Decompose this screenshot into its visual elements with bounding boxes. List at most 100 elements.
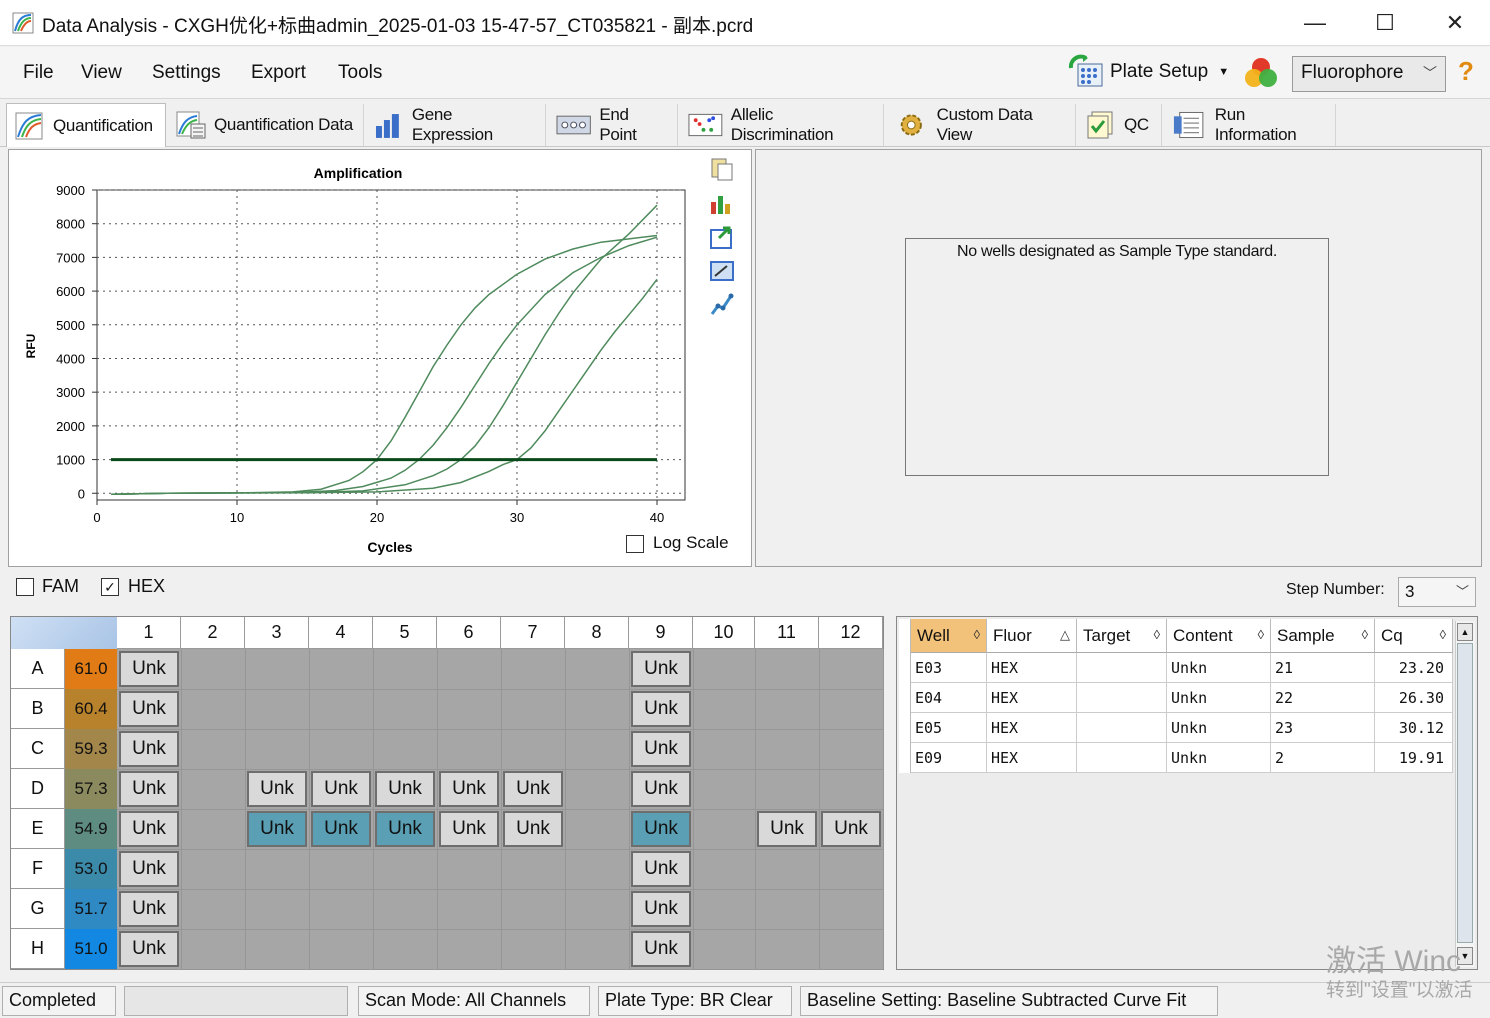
plate-corner[interactable] [11,617,117,649]
results-cell[interactable]: Unkn [1167,743,1271,773]
plate-setup-button[interactable]: Plate Setup ▼ [1068,52,1229,92]
plate-column-header[interactable]: 5 [373,617,437,649]
curve-fit-icon[interactable] [709,292,735,318]
plate-row-header[interactable]: D [11,769,65,809]
results-cell[interactable]: HEX [987,743,1077,773]
menu-export[interactable]: Export [251,62,306,84]
plate-well[interactable]: Unk [311,771,371,807]
results-cell[interactable]: Unkn [1167,713,1271,743]
plate-well[interactable]: Unk [119,731,179,767]
plate-well[interactable]: Unk [119,931,179,967]
tab-quantification[interactable]: Quantification [6,103,166,147]
results-cell[interactable]: 19.91 [1375,743,1453,773]
results-cell[interactable] [1077,743,1167,773]
plate-row-header[interactable]: H [11,929,65,969]
plate-column-header[interactable]: 6 [437,617,501,649]
tab-qc[interactable]: QC [1078,104,1162,146]
log-scale-checkbox[interactable] [626,535,644,553]
plate-well[interactable]: Unk [631,931,691,967]
hex-checkbox[interactable]: ✓ [101,578,119,596]
results-cell[interactable]: 23.20 [1375,653,1453,683]
plate-well[interactable]: Unk [119,651,179,687]
results-column-header[interactable]: Cq ◊ [1375,619,1453,653]
plate-well[interactable]: Unk [375,811,435,847]
close-button[interactable]: ✕ [1420,0,1490,46]
plate-well[interactable]: Unk [439,771,499,807]
chart-options-icon[interactable] [709,190,735,216]
fluorophore-select[interactable]: Fluorophore ﹀ [1292,56,1446,92]
plate-row-header[interactable]: E [11,809,65,849]
plate-well[interactable]: Unk [119,691,179,727]
plate-well[interactable]: Unk [821,811,881,847]
plate-column-header[interactable]: 10 [693,617,755,649]
help-icon[interactable]: ? [1458,56,1474,87]
scroll-thumb[interactable] [1457,643,1473,943]
results-cell[interactable]: E09 [911,743,987,773]
plate-column-header[interactable]: 2 [181,617,245,649]
plate-well[interactable]: Unk [247,771,307,807]
plate-well[interactable]: Unk [119,891,179,927]
plate-well[interactable]: Unk [247,811,307,847]
plate-well[interactable]: Unk [503,811,563,847]
plate-well[interactable]: Unk [631,731,691,767]
results-cell[interactable]: 23 [1271,713,1375,743]
plate-well[interactable]: Unk [119,771,179,807]
plate-column-header[interactable]: 8 [565,617,629,649]
scroll-up-icon[interactable]: ▲ [1457,623,1473,641]
plate-well[interactable]: Unk [631,891,691,927]
results-cell[interactable]: HEX [987,683,1077,713]
vertical-scrollbar[interactable]: ▲ ▼ [1455,621,1475,967]
tab-run-information[interactable]: Run Information [1164,104,1336,146]
results-cell[interactable]: Unkn [1167,653,1271,683]
results-column-header[interactable]: Target ◊ [1077,619,1167,653]
plate-column-header[interactable]: 4 [309,617,373,649]
results-cell[interactable]: Unkn [1167,683,1271,713]
copy-icon[interactable] [709,156,735,182]
results-cell[interactable]: HEX [987,713,1077,743]
plate-column-header[interactable]: 3 [245,617,309,649]
menu-settings[interactable]: Settings [152,62,221,84]
results-cell[interactable]: 2 [1271,743,1375,773]
results-cell[interactable] [1077,683,1167,713]
results-cell[interactable]: E05 [911,713,987,743]
results-cell[interactable]: 26.30 [1375,683,1453,713]
plate-well[interactable]: Unk [439,811,499,847]
plate-row-header[interactable]: A [11,649,65,689]
plate-well[interactable]: Unk [375,771,435,807]
tab-quantification-data[interactable]: Quantification Data [168,104,364,146]
plate-well[interactable]: Unk [757,811,817,847]
plate-row-header[interactable]: B [11,689,65,729]
plate-well[interactable]: Unk [311,811,371,847]
tab-custom-data-view[interactable]: Custom Data View [886,104,1076,146]
zoom-chart-icon[interactable] [709,258,735,284]
results-column-header[interactable]: Well ◊ [911,619,987,653]
amplification-chart[interactable]: Amplification Cycles RFU 0 10 20 30 40 0 1000 2… [9,150,753,568]
results-cell[interactable] [1077,713,1167,743]
plate-column-header[interactable]: 9 [629,617,693,649]
plate-well[interactable]: Unk [631,651,691,687]
plate-well[interactable]: Unk [631,771,691,807]
results-cell[interactable]: E04 [911,683,987,713]
plate-row-header[interactable]: G [11,889,65,929]
fluorophore-color-icon[interactable] [1242,55,1280,91]
plate-well[interactable]: Unk [631,691,691,727]
plate-row-header[interactable]: F [11,849,65,889]
plate-well[interactable]: Unk [119,811,179,847]
tab-allelic-discrimination[interactable]: Allelic Discrimination [680,104,884,146]
menu-view[interactable]: View [81,62,122,84]
menu-tools[interactable]: Tools [338,62,382,84]
results-column-header[interactable]: Sample ◊ [1271,619,1375,653]
results-cell[interactable]: 22 [1271,683,1375,713]
plate-column-header[interactable]: 7 [501,617,565,649]
tab-end-point[interactable]: End Point [548,104,678,146]
tab-gene-expression[interactable]: Gene Expression [366,104,546,146]
plate-well[interactable]: Unk [631,851,691,887]
results-column-header[interactable]: Fluor △ [987,619,1077,653]
step-number-select[interactable]: 3 ﹀ [1398,577,1476,607]
plate-row-header[interactable]: C [11,729,65,769]
results-cell[interactable]: 21 [1271,653,1375,683]
results-column-header[interactable]: Content ◊ [1167,619,1271,653]
export-chart-icon[interactable] [709,224,735,250]
plate-column-header[interactable]: 12 [819,617,883,649]
plate-column-header[interactable]: 1 [117,617,181,649]
